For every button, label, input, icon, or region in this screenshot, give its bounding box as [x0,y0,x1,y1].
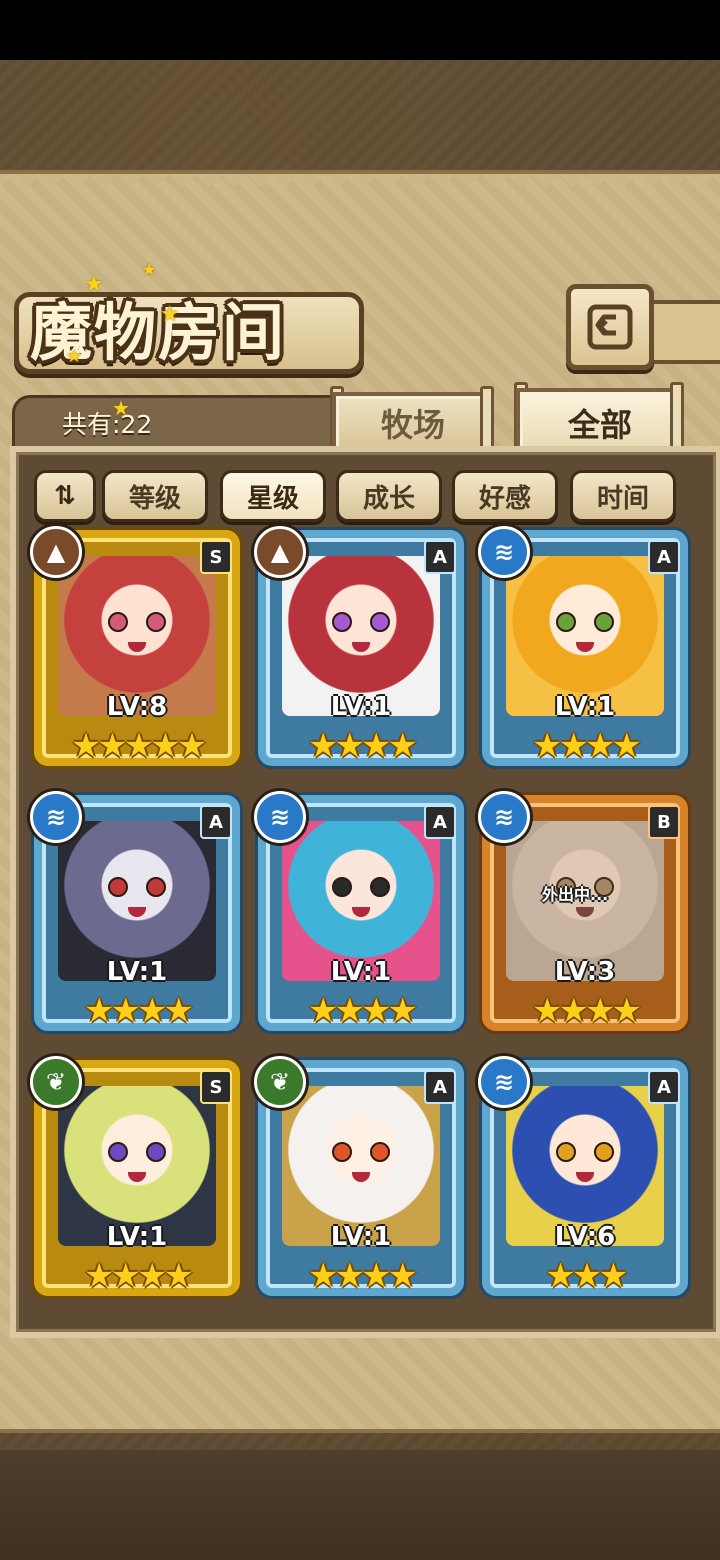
rank-badge: B [648,805,680,839]
monster-level: LV:1 [330,957,392,987]
monster-card[interactable]: ≋ A LV:1 ★★★★ [30,791,240,1031]
monster-level: LV:8 [106,692,168,722]
sort-time-button[interactable]: 时间 [570,470,676,522]
rank-badge: S [200,540,232,574]
star-rating: ★★★ [545,1256,628,1296]
monster-card[interactable]: ≋ A LV:1 ★★★★ [254,791,464,1031]
monster-level: LV:1 [554,692,616,722]
star-icon: ★ [84,272,104,297]
status-bar [0,0,720,60]
monster-card[interactable]: ▲ A LV:1 ★★★★ [254,526,464,766]
sort-level-button[interactable]: 等级 [102,470,208,522]
star-icon: ★ [112,396,130,420]
monster-card[interactable]: ▲ S LV:8 ★★★★★ [30,526,240,766]
monster-count: 共有:22 [62,410,153,439]
star-rating: ★★★★ [308,726,418,766]
water-icon: ≋ [478,791,530,843]
monster-card[interactable]: ≋ A LV:6 ★★★ [478,1056,688,1296]
star-rating: ★★★★★ [70,726,207,766]
star-icon: ★ [66,346,83,367]
rank-badge: A [200,805,232,839]
rank-badge: A [648,1070,680,1104]
sort-affection-button[interactable]: 好感 [452,470,558,522]
monster-level: LV:3 [554,957,616,987]
bottom-band [0,1450,720,1560]
water-icon: ≋ [478,1056,530,1108]
star-rating: ★★★★ [308,991,418,1031]
tab-all[interactable]: 全部 [516,388,684,454]
rank-badge: A [424,805,456,839]
header-side-tab [648,300,720,364]
sort-order-toggle[interactable]: ⇅ [34,470,96,522]
water-icon: ≋ [478,526,530,578]
monster-card[interactable]: ≋ B 外出中... LV:3 ★★★★ [478,791,688,1031]
star-icon: ★ [160,302,180,327]
water-icon: ≋ [30,791,82,843]
rank-badge: A [648,540,680,574]
star-rating: ★★★★ [532,726,642,766]
monster-level: LV:6 [554,1222,616,1252]
tab-divider [670,382,684,452]
star-icon: ★ [142,260,157,279]
rank-badge: A [424,1070,456,1104]
earth-icon: ▲ [30,526,82,578]
monster-card[interactable]: ❦ A LV:1 ★★★★ [254,1056,464,1296]
wood-icon: ❦ [30,1056,82,1108]
star-rating: ★★★★ [84,1256,194,1296]
monster-level: LV:1 [106,1222,168,1252]
star-rating: ★★★★ [532,991,642,1031]
sort-growth-button[interactable]: 成长 [336,470,442,522]
rank-badge: A [424,540,456,574]
rank-badge: S [200,1070,232,1104]
star-rating: ★★★★ [84,991,194,1031]
away-status: 外出中... [542,885,609,904]
earth-icon: ▲ [254,526,306,578]
monster-level: LV:1 [106,957,168,987]
monster-card[interactable]: ≋ A LV:1 ★★★★ [478,526,688,766]
back-button[interactable] [566,284,654,370]
water-icon: ≋ [254,791,306,843]
sort-star-button[interactable]: 星级 [220,470,326,522]
monster-card[interactable]: ❦ S LV:1 ★★★★ [30,1056,240,1296]
monster-level: LV:1 [330,1222,392,1252]
panel-zigzag-top [0,174,720,200]
wood-icon: ❦ [254,1056,306,1108]
star-rating: ★★★★ [308,1256,418,1296]
monster-level: LV:1 [330,692,392,722]
tab-ranch[interactable]: 牧场 [332,392,494,450]
back-arrow-icon [587,304,633,350]
